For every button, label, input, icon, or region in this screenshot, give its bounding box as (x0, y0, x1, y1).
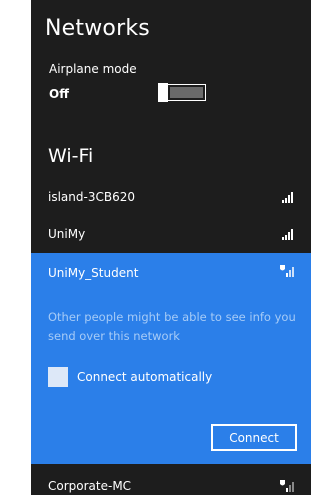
signal-shield-icon (279, 479, 297, 493)
network-item-island-3cb620[interactable]: island-3CB620 (31, 180, 311, 216)
wifi-section-header: Wi-Fi (48, 145, 94, 167)
security-warning: Other people might be able to see info y… (48, 310, 296, 343)
network-item-unimy-student[interactable]: UniMy_Student Other people might be able… (31, 253, 311, 464)
page-title: Networks (45, 16, 150, 41)
airplane-mode-label: Airplane mode (49, 62, 137, 76)
network-name: UniMy_Student (48, 266, 139, 280)
airplane-mode-state: Off (49, 87, 69, 101)
signal-bars-icon (279, 227, 297, 241)
connect-automatically-label: Connect automatically (77, 370, 213, 384)
network-name: Corporate-MC (48, 479, 132, 493)
airplane-mode-toggle[interactable] (158, 83, 206, 102)
signal-bars-icon (279, 190, 297, 204)
network-item-corporate-mc[interactable]: Corporate-MC (31, 469, 311, 495)
network-name: UniMy (48, 227, 86, 241)
network-item-unimy[interactable]: UniMy (31, 217, 311, 253)
networks-panel: Networks Airplane mode Off Wi-Fi island-… (31, 0, 311, 495)
toggle-track (170, 87, 203, 98)
network-name: island-3CB620 (48, 190, 135, 204)
connect-button[interactable]: Connect (211, 424, 297, 451)
signal-shield-icon (279, 264, 297, 278)
connect-automatically-checkbox[interactable] (48, 367, 68, 387)
toggle-thumb[interactable] (158, 83, 168, 102)
